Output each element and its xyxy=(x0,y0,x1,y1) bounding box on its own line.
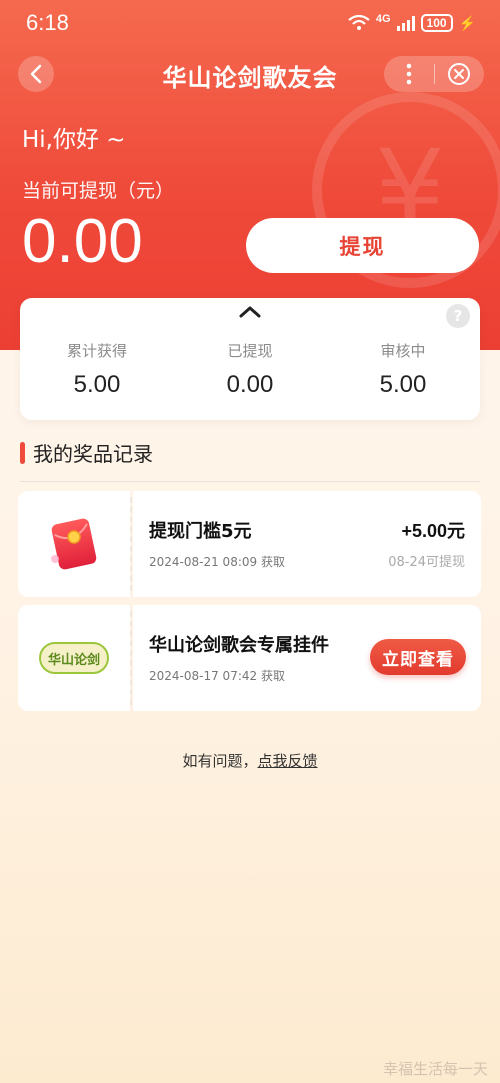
view-now-button[interactable]: 立即查看 xyxy=(370,639,466,675)
red-envelope-icon xyxy=(51,518,97,570)
record-title: 提现门槛5元 xyxy=(149,521,252,542)
network-type: 4G xyxy=(375,13,391,25)
collapse-chevron-icon[interactable] xyxy=(238,304,262,320)
status-time: 6:18 xyxy=(26,10,69,35)
record-details: 华山论剑歌会专属挂件 2024-08-17 07:42 获取 立即查看 xyxy=(133,605,481,711)
withdraw-button[interactable]: 提现 xyxy=(246,218,479,273)
stats-card: ? 累计获得 5.00 已提现 0.00 审核中 5.00 xyxy=(20,298,480,420)
more-icon xyxy=(406,63,412,85)
balance-amount: 0.00 xyxy=(22,207,143,276)
mini-program-capsule xyxy=(384,56,484,92)
card-dashed-divider xyxy=(130,497,132,591)
more-button[interactable] xyxy=(384,56,434,92)
divider xyxy=(20,481,480,482)
greeting-text: Hi,你好 ~ xyxy=(22,127,126,153)
status-icons: 4G 100 ⚡ xyxy=(348,13,476,32)
stat-value: 5.00 xyxy=(379,371,427,398)
reward-record-card[interactable]: 提现门槛5元 2024-08-21 08:09 获取 +5.00元 08-24可… xyxy=(18,491,481,597)
stat-label: 累计获得 xyxy=(66,342,127,360)
wifi-icon xyxy=(348,14,370,31)
signal-icon xyxy=(396,15,415,31)
record-icon-area xyxy=(18,491,130,597)
charging-icon: ⚡ xyxy=(458,14,476,31)
stat-total-earned: 累计获得 5.00 xyxy=(20,340,174,399)
stat-withdrawn: 已提现 0.00 xyxy=(173,340,327,399)
close-button[interactable] xyxy=(435,56,485,92)
stat-value: 5.00 xyxy=(73,371,121,398)
balance-label: 当前可提现（元） xyxy=(22,180,175,202)
feedback-row: 如有问题，点我反馈 xyxy=(0,750,500,771)
card-dashed-divider xyxy=(130,611,132,705)
stat-under-review: 审核中 5.00 xyxy=(326,340,480,399)
record-title: 华山论剑歌会专属挂件 xyxy=(149,635,329,656)
help-icon[interactable]: ? xyxy=(446,304,470,328)
stat-label: 审核中 xyxy=(380,342,426,360)
stat-label: 已提现 xyxy=(227,342,273,360)
record-time: 2024-08-21 08:09 获取 xyxy=(149,555,285,569)
huashan-badge-icon: 华山论剑 xyxy=(39,642,109,674)
feedback-prefix: 如有问题， xyxy=(182,752,258,770)
record-time: 2024-08-17 07:42 获取 xyxy=(149,669,285,683)
stat-value: 0.00 xyxy=(226,371,274,398)
watermark: 幸福生活每一天 xyxy=(382,1060,488,1078)
record-status: 08-24可提现 xyxy=(388,555,465,570)
battery-icon: 100 xyxy=(420,14,453,32)
close-circle-icon xyxy=(448,63,471,85)
section-header: 我的奖品记录 xyxy=(20,438,153,467)
status-bar: 6:18 4G 100 ⚡ xyxy=(0,0,500,48)
reward-record-card[interactable]: 华山论剑 华山论剑歌会专属挂件 2024-08-17 07:42 获取 立即查看 xyxy=(18,605,481,711)
section-accent-bar xyxy=(20,441,25,464)
feedback-link[interactable]: 点我反馈 xyxy=(258,752,318,770)
record-amount: +5.00元 xyxy=(401,521,465,541)
record-icon-area: 华山论剑 xyxy=(18,605,130,711)
section-title: 我的奖品记录 xyxy=(33,442,153,466)
record-details: 提现门槛5元 2024-08-21 08:09 获取 +5.00元 08-24可… xyxy=(133,491,481,597)
nav-bar: 华山论剑歌友会 xyxy=(0,56,500,96)
